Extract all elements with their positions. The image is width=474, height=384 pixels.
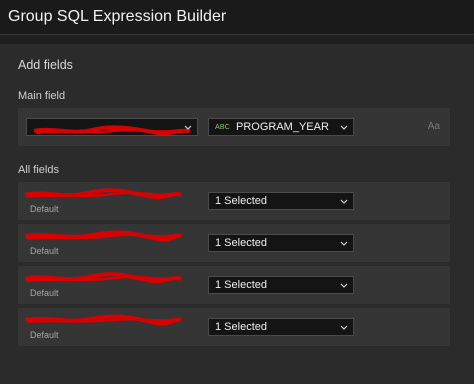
chevron-down-icon [339,320,349,334]
chevron-down-icon [339,236,349,250]
string-type-icon: ABC [215,123,230,131]
field-row: Default 1 Selected [18,266,450,304]
field-select-value: 1 Selected [215,279,267,291]
main-field-type-select[interactable]: ABC PROGRAM_YEAR [208,118,354,136]
redaction-mark [24,230,182,242]
field-select[interactable]: 1 Selected [208,234,354,252]
main-field-type-value: PROGRAM_YEAR [236,121,329,133]
text-format-icon[interactable]: Aa [428,121,440,132]
title-bar: Group SQL Expression Builder [0,0,474,35]
field-select[interactable]: 1 Selected [208,318,354,336]
chevron-down-icon [339,194,349,208]
main-field-select[interactable] [26,118,198,136]
field-subtitle: Default [30,204,59,214]
chevron-down-icon [339,120,349,134]
field-subtitle: Default [30,246,59,256]
field-select-value: 1 Selected [215,237,267,249]
redaction-mark [24,272,182,283]
field-row: Default 1 Selected [18,308,450,346]
main-field-label: Main field [18,90,66,102]
add-fields-heading: Add fields [18,58,73,72]
main-field-row: ABC PROGRAM_YEAR Aa [18,108,450,146]
redaction-mark [24,314,182,326]
window-title: Group SQL Expression Builder [8,8,227,25]
field-select[interactable]: 1 Selected [208,192,354,210]
all-fields-label: All fields [18,164,59,176]
field-subtitle: Default [30,288,59,298]
field-subtitle: Default [30,330,59,340]
field-select[interactable]: 1 Selected [208,276,354,294]
redaction-mark [24,188,182,199]
chevron-down-icon [339,278,349,292]
chevron-down-icon [183,120,193,134]
field-row: Default 1 Selected [18,224,450,262]
redaction-mark [33,125,191,136]
field-row: Default 1 Selected [18,182,450,220]
field-select-value: 1 Selected [215,321,267,333]
field-select-value: 1 Selected [215,195,267,207]
